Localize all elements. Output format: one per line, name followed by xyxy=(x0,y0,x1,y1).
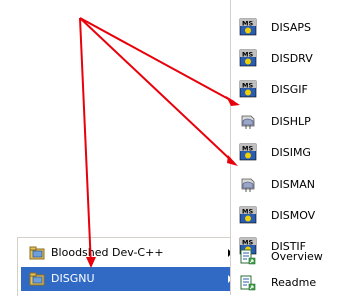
document-shortcut-icon xyxy=(240,275,256,291)
submenu-item-overview[interactable]: Overview xyxy=(233,243,357,269)
ms-dos-program-icon: MS xyxy=(239,49,257,67)
menu-item-disgnu[interactable]: DISGNU xyxy=(21,267,239,291)
submenu-item-label: DISGIF xyxy=(271,83,308,96)
submenu-item-dishlp[interactable]: DISHLP xyxy=(233,104,357,136)
submenu-item-dismov[interactable]: MS DISMOV xyxy=(233,198,357,230)
submenu-item-disimg[interactable]: MS DISIMG xyxy=(233,135,357,167)
submenu-item-readme[interactable]: Readme xyxy=(233,269,357,295)
submenu-item-label: DISHLP xyxy=(271,115,311,128)
program-group-folder-icon xyxy=(29,272,45,286)
menu-item-label: DISGNU xyxy=(51,272,95,285)
submenu-item-label: DISIMG xyxy=(271,146,311,159)
svg-text:MS: MS xyxy=(242,82,253,90)
help-file-icon xyxy=(241,115,255,129)
svg-text:MS: MS xyxy=(242,51,253,59)
program-group-folder-icon xyxy=(29,246,45,260)
svg-text:MS: MS xyxy=(242,20,253,28)
help-file-icon xyxy=(241,178,255,192)
ms-dos-program-icon: MS xyxy=(239,206,257,224)
submenu-item-disgif[interactable]: MS DISGIF xyxy=(233,72,357,104)
document-shortcut-icon xyxy=(240,249,256,265)
submenu-item-label: DISAPS xyxy=(271,21,312,34)
submenu-item-label: DISDRV xyxy=(271,52,313,65)
ms-dos-program-icon: MS xyxy=(239,18,257,36)
submenu-item-label: Readme xyxy=(271,276,317,289)
submenu-item-disdrv[interactable]: MS DISDRV xyxy=(233,41,357,73)
annotation-arrow-disman xyxy=(79,17,235,164)
submenu-item-label: Overview xyxy=(271,250,323,263)
disgnu-submenu: MS DISAPS MS DISDRV MS DISGIF DISHLP MS … xyxy=(230,0,358,295)
programs-menu: Bloodshed Dev-C++ DISGNU xyxy=(17,237,242,296)
ms-dos-program-icon: MS xyxy=(239,143,257,161)
submenu-item-label: DISMAN xyxy=(271,178,315,191)
submenu-item-disman[interactable]: DISMAN xyxy=(233,167,357,199)
menu-item-bloodshed-dev-cpp[interactable]: Bloodshed Dev-C++ xyxy=(21,241,239,265)
annotation-arrow-dishlp xyxy=(79,17,235,103)
menu-item-label: Bloodshed Dev-C++ xyxy=(51,246,164,259)
ms-dos-program-icon: MS xyxy=(239,80,257,98)
submenu-item-disaps[interactable]: MS DISAPS xyxy=(233,10,357,42)
svg-text:MS: MS xyxy=(242,208,253,216)
svg-text:MS: MS xyxy=(242,145,253,153)
annotation-arrow-disgnu xyxy=(79,17,92,267)
submenu-item-label: DISMOV xyxy=(271,209,316,222)
